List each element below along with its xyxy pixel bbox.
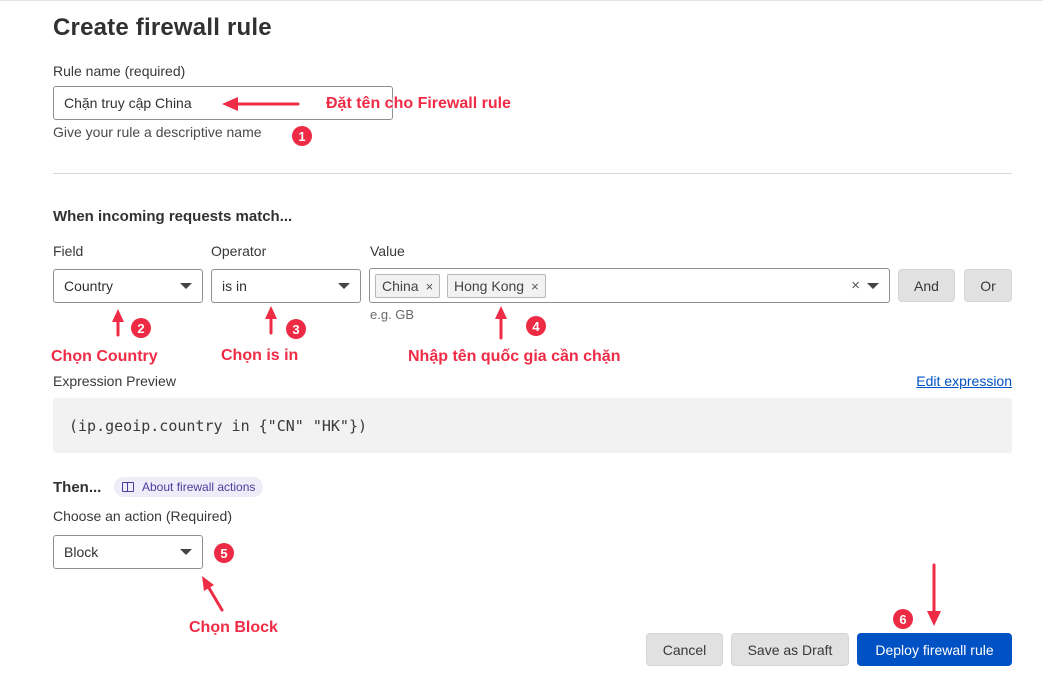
annotation-country: Chọn Country xyxy=(51,348,158,365)
annotation-badge: 5 xyxy=(214,543,234,563)
annotation-badge: 2 xyxy=(131,318,151,338)
annotation-badge: 1 xyxy=(292,126,312,146)
arrow-icon xyxy=(495,306,507,319)
arrow-icon xyxy=(112,309,124,322)
annotation-rule-name: Đặt tên cho Firewall rule xyxy=(326,95,511,112)
annotation-operator: Chọn is in xyxy=(221,347,299,364)
annotation-badge: 4 xyxy=(526,316,546,336)
annotation-arrows xyxy=(112,97,941,626)
annotation-badge: 6 xyxy=(893,609,913,629)
annotation-block: Chọn Block xyxy=(189,619,278,636)
arrow-icon xyxy=(927,611,941,626)
arrow-icon xyxy=(222,97,238,111)
annotation-badge: 3 xyxy=(286,319,306,339)
annotation-value: Nhập tên quốc gia cần chặn xyxy=(408,348,621,365)
arrow-icon xyxy=(207,586,224,612)
arrow-icon xyxy=(265,306,277,319)
